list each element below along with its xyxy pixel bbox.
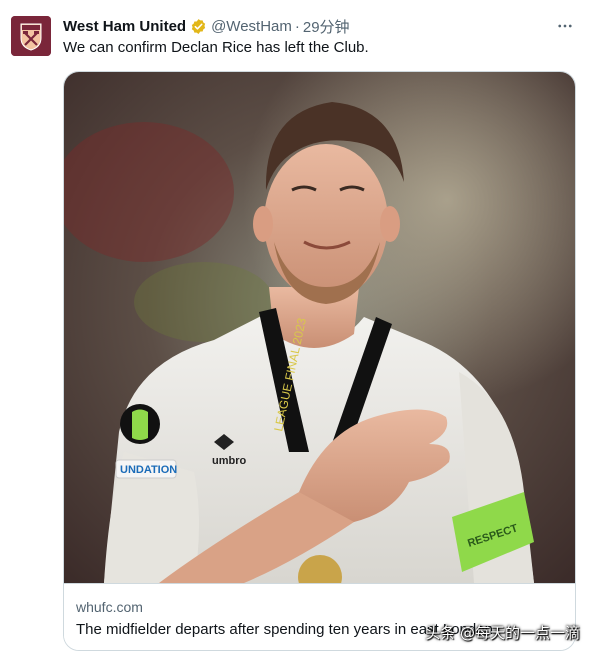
- tweet-text: We can confirm Declan Rice has left the …: [63, 39, 369, 56]
- west-ham-crest-icon: [11, 16, 51, 56]
- author-name[interactable]: West Ham United: [63, 18, 186, 35]
- header-separator: ·: [294, 17, 300, 35]
- author-handle[interactable]: @WestHam: [211, 18, 292, 35]
- shirt-brand-text: umbro: [212, 455, 247, 467]
- link-card[interactable]: LEAGUE FINAL 2023 UNDATION umbro RESPECT: [63, 71, 576, 651]
- watermark: 头条 @每天的一点一滴: [425, 624, 580, 642]
- avatar[interactable]: [11, 16, 51, 56]
- tweet-header: West Ham United @WestHam · 29分钟: [63, 15, 579, 37]
- timestamp[interactable]: 29分钟: [303, 16, 350, 37]
- card-domain: whufc.com: [76, 599, 143, 615]
- player-photo-icon: LEAGUE FINAL 2023 UNDATION umbro RESPECT: [64, 72, 575, 583]
- card-image[interactable]: LEAGUE FINAL 2023 UNDATION umbro RESPECT: [64, 72, 575, 583]
- svg-text:UNDATION: UNDATION: [120, 464, 177, 476]
- tweet[interactable]: West Ham United @WestHam · 29分钟 We can c…: [0, 0, 591, 655]
- verified-badge-icon: [190, 18, 207, 35]
- more-options-icon[interactable]: [553, 15, 577, 37]
